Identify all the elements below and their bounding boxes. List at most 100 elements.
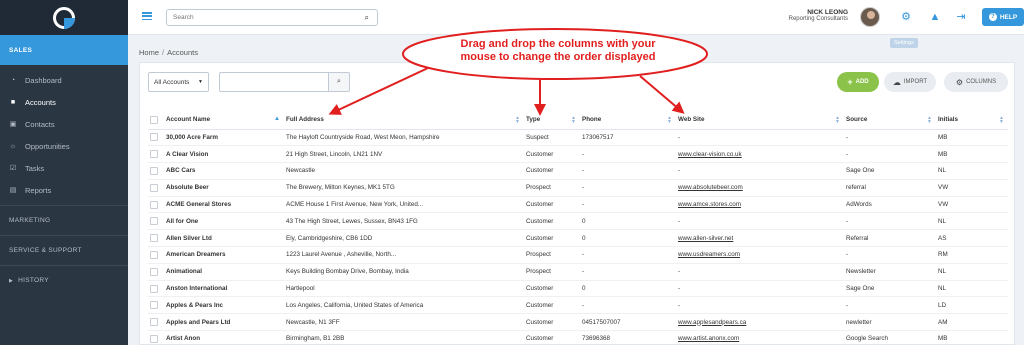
sidebar-item-accounts[interactable]: ■ Accounts	[0, 91, 128, 113]
sort-icon[interactable]: ▲ ▼	[667, 116, 672, 125]
website-link[interactable]: www.artist.anonx.com	[678, 335, 739, 342]
sort-icon[interactable]: ▲ ▼	[835, 116, 840, 125]
user-info[interactable]: NICK LEONG Reporting Consultants	[788, 9, 848, 22]
logout-icon[interactable]: ⇥	[955, 11, 967, 23]
select-cell	[148, 296, 164, 315]
import-button[interactable]: ☁ IMPORT	[884, 72, 936, 92]
row-checkbox[interactable]	[150, 301, 158, 310]
row-checkbox[interactable]	[150, 234, 158, 243]
column-header-phone[interactable]: Phone ▲ ▼	[580, 111, 676, 130]
column-header-type[interactable]: Type ▲ ▼	[524, 111, 580, 130]
account-name-cell[interactable]: ABC Cars	[164, 162, 284, 180]
account-name-cell[interactable]: Absolute Beer	[164, 179, 284, 197]
sidebar-item-tasks[interactable]: ☑ Tasks	[0, 157, 128, 179]
account-name-cell[interactable]: Apples & Pears Inc	[164, 296, 284, 315]
row-checkbox[interactable]	[150, 183, 158, 192]
account-name-cell[interactable]: All for One	[164, 212, 284, 231]
table-row[interactable]: Apples and Pears Ltd Newcastle, N1 3FF Cus…	[148, 313, 1008, 332]
account-name-cell[interactable]: American Dreamers	[164, 246, 284, 264]
row-checkbox[interactable]	[150, 166, 158, 175]
help-button[interactable]: ? HELP	[982, 8, 1024, 26]
table-row[interactable]: Allen Silver Ltd Ely, Cambridgeshire, CB6…	[148, 229, 1008, 248]
account-name-cell[interactable]: Anston International	[164, 280, 284, 298]
table-row[interactable]: 30,000 Acre Farm The Hayloft Countryside …	[148, 129, 1008, 147]
table-row[interactable]: Absolute Beer The Brewery, Milton Keynes,…	[148, 179, 1008, 197]
row-checkbox[interactable]	[150, 200, 158, 209]
row-checkbox[interactable]	[150, 334, 158, 343]
column-header-source[interactable]: Source ▲ ▼	[844, 111, 936, 130]
account-name-cell[interactable]: Artist Anon	[164, 330, 284, 345]
table-row[interactable]: American Dreamers 1223 Laurel Avenue , As…	[148, 246, 1008, 264]
table-row[interactable]: All for One 43 The High Street, Lewes, Su…	[148, 212, 1008, 231]
add-button[interactable]: + ADD	[837, 72, 879, 92]
accounts-search-input[interactable]	[219, 72, 328, 92]
website-link[interactable]: www.amce.stores.com	[678, 201, 741, 208]
website-link[interactable]: www.applesandpears.ca	[678, 319, 746, 326]
nav-section-service[interactable]: SERVICE & SUPPORT	[0, 235, 128, 265]
select-all-checkbox[interactable]	[150, 115, 158, 124]
global-search-input[interactable]	[173, 14, 353, 21]
account-name-cell[interactable]: 30,000 Acre Farm	[164, 129, 284, 147]
column-header-full-address[interactable]: Full Address ▲ ▼	[284, 111, 524, 130]
sort-icon[interactable]: ▲ ▼	[999, 116, 1004, 125]
website-link[interactable]: www.usdreamers.com	[678, 251, 740, 258]
initials-cell: MB	[936, 145, 1008, 164]
columns-button[interactable]: ⚙ COLUMNS	[944, 72, 1008, 92]
search-icon[interactable]: ⌕	[328, 72, 350, 92]
sidebar-item-contacts[interactable]: ▣ Contacts	[0, 113, 128, 135]
select-cell	[148, 330, 164, 345]
sidebar: SALES ◔ Dashboard ■ Accounts ▣ Contacts …	[0, 0, 128, 345]
account-name-cell[interactable]: Animational	[164, 263, 284, 281]
row-checkbox[interactable]	[150, 150, 158, 159]
menu-toggle-icon[interactable]	[142, 12, 152, 20]
type-cell: Customer	[524, 296, 580, 315]
nav-section-marketing[interactable]: MARKETING	[0, 205, 128, 235]
website-link[interactable]: www.allen-silver.net	[678, 235, 733, 242]
breadcrumb-home[interactable]: Home	[139, 48, 159, 57]
account-name-cell[interactable]: Apples and Pears Ltd	[164, 313, 284, 332]
website-link[interactable]: www.absolutebeer.com	[678, 184, 743, 191]
bell-icon[interactable]: ▲	[929, 11, 941, 23]
account-name-cell[interactable]: Allen Silver Ltd	[164, 229, 284, 248]
add-label: ADD	[855, 79, 869, 85]
column-header-web-site[interactable]: Web Site ▲ ▼	[676, 111, 844, 130]
sidebar-item-opportunities[interactable]: ☼ Opportunities	[0, 135, 128, 157]
sort-icon[interactable]: ▲ ▼	[927, 116, 932, 125]
row-checkbox[interactable]	[150, 318, 158, 327]
nav-section-history[interactable]: ▶ HISTORY	[0, 265, 128, 295]
avatar[interactable]	[860, 7, 880, 27]
nav-section-sales[interactable]: SALES	[0, 35, 128, 65]
sort-icon[interactable]: ▲ ▼	[515, 116, 520, 125]
sort-asc-icon[interactable]: ▲	[274, 116, 280, 122]
row-checkbox[interactable]	[150, 217, 158, 226]
app-logo-area[interactable]	[0, 0, 128, 35]
column-header-initials[interactable]: Initials ▲ ▼	[936, 111, 1008, 130]
gears-icon[interactable]: ⚙	[900, 11, 912, 23]
source-cell: -	[844, 145, 936, 164]
column-header-account-name[interactable]: Account Name ▲	[164, 111, 284, 130]
row-checkbox[interactable]	[150, 267, 158, 276]
row-checkbox[interactable]	[150, 133, 158, 142]
initials-cell: RM	[936, 246, 1008, 264]
sort-icon[interactable]: ▲ ▼	[571, 116, 576, 125]
website-link[interactable]: www.clear-vision.co.uk	[678, 151, 742, 158]
type-cell: Prospect	[524, 246, 580, 264]
sidebar-item-dashboard[interactable]: ◔ Dashboard	[0, 69, 128, 91]
table-row[interactable]: Animational Keys Building Bombay Drive, B…	[148, 263, 1008, 281]
sidebar-item-reports[interactable]: ▤ Reports	[0, 179, 128, 201]
phone-cell: -	[580, 179, 676, 197]
header-label: Phone	[582, 116, 602, 124]
table-row[interactable]: A Clear Vision 21 High Street, Lincoln, L…	[148, 145, 1008, 164]
table-row[interactable]: Anston International Hartlepool Customer 0-…	[148, 280, 1008, 298]
row-checkbox[interactable]	[150, 250, 158, 259]
account-filter-select[interactable]: All Accounts ▼	[148, 72, 209, 92]
table-row[interactable]: Apples & Pears Inc Los Angeles, Californi…	[148, 296, 1008, 315]
table-row[interactable]: ABC Cars Newcastle Customer - - Sage One NL	[148, 162, 1008, 180]
account-name-cell[interactable]: ACME General Stores	[164, 196, 284, 214]
row-checkbox[interactable]	[150, 284, 158, 293]
account-name-cell[interactable]: A Clear Vision	[164, 145, 284, 164]
table-row[interactable]: ACME General Stores ACME House 1 First Av…	[148, 196, 1008, 214]
search-icon[interactable]: ⌕	[365, 13, 369, 23]
table-row[interactable]: Artist Anon Birmingham, B1 2BB Customer 736…	[148, 330, 1008, 345]
app-logo[interactable]	[53, 6, 75, 29]
